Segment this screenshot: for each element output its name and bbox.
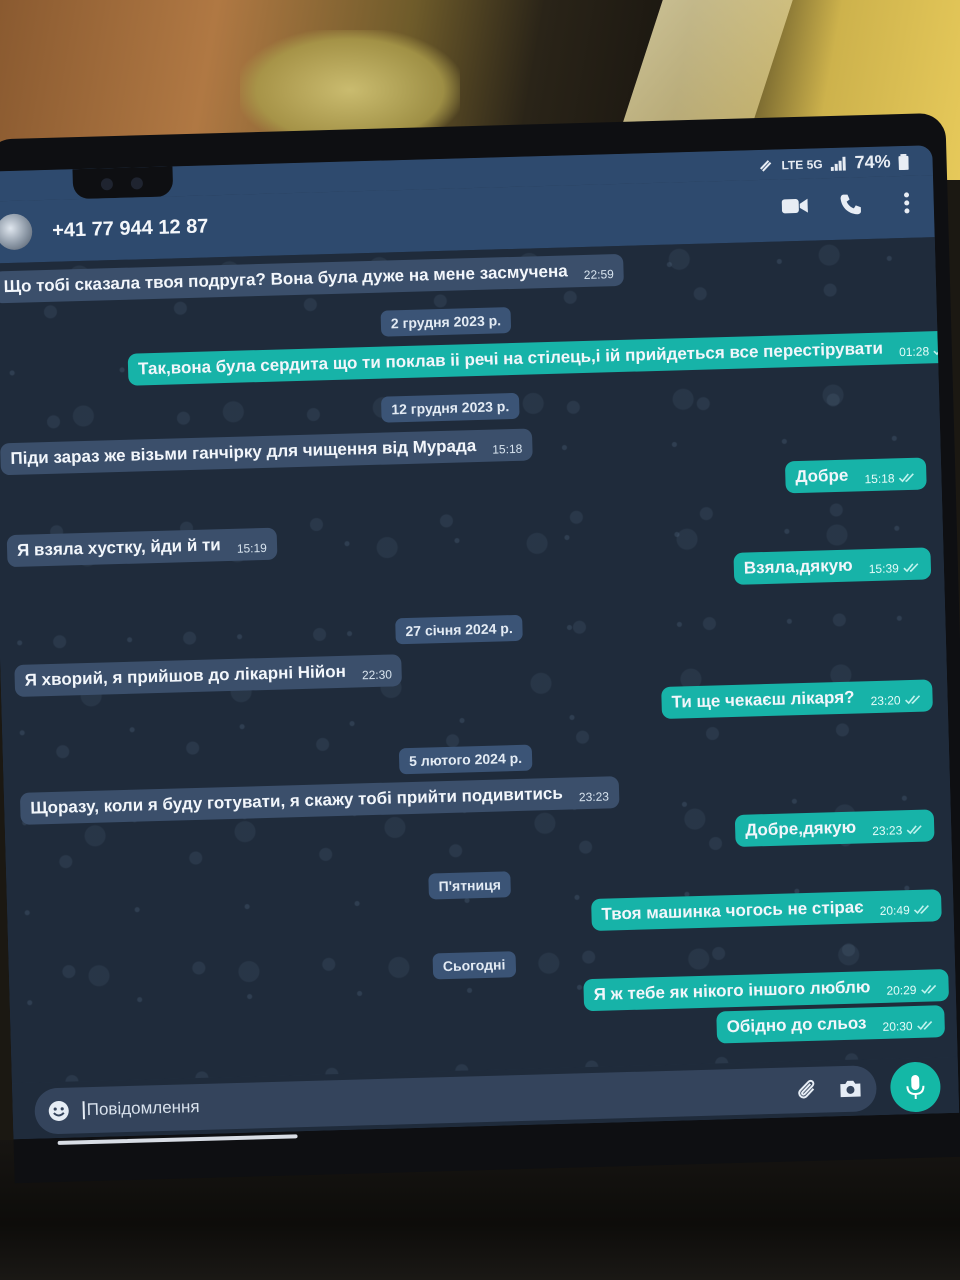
message-time: 20:30 xyxy=(882,1019,913,1034)
date-separator: 12 грудня 2023 р. xyxy=(380,392,520,423)
date-separator: П'ятниця xyxy=(428,871,512,900)
message-time: 15:18 xyxy=(864,471,895,487)
date-separator: 5 лютого 2024 р. xyxy=(398,744,533,775)
double-check-icon xyxy=(920,984,936,994)
message-incoming[interactable]: Я взяла хустку, йди й ти 15:19 xyxy=(6,527,278,568)
double-check-icon xyxy=(917,1020,933,1031)
message-incoming[interactable]: Піди зараз же візьми ганчірку для чищенн… xyxy=(0,428,533,476)
message-time: 15:19 xyxy=(236,540,268,556)
message-outgoing[interactable]: Так,вона була сердита що ти поклав ii ре… xyxy=(127,330,960,386)
message-time: 23:20 xyxy=(870,693,901,709)
camera-icon[interactable] xyxy=(838,1076,863,1101)
message-outgoing[interactable]: Обідно до сльоз 20:30 xyxy=(716,1005,945,1044)
avatar[interactable] xyxy=(0,213,33,251)
message-time: 01:28 xyxy=(898,344,930,360)
date-separator: 27 січня 2024 р. xyxy=(395,614,524,645)
message-time: 23:23 xyxy=(578,789,610,805)
message-text: Взяла,дякую xyxy=(743,555,853,578)
message-time: 20:49 xyxy=(879,903,910,918)
message-time: 23:23 xyxy=(872,823,903,839)
battery-icon xyxy=(898,153,909,170)
double-check-icon xyxy=(903,563,919,573)
attach-icon[interactable] xyxy=(794,1078,819,1103)
message-text: Що тобі сказала твоя подруга? Вона була … xyxy=(3,261,568,297)
message-text: Щоразу, коли я буду готувати, я скажу то… xyxy=(30,783,564,818)
video-call-button[interactable] xyxy=(781,193,808,220)
battery-level: 74% xyxy=(854,151,891,173)
message-time: 20:29 xyxy=(886,982,917,998)
message-text: Я хворий, я прийшов до лікарні Нійон xyxy=(24,661,347,690)
contact-name[interactable]: +41 77 944 12 87 xyxy=(52,215,209,242)
message-text: Я взяла хустку, йди й ти xyxy=(16,535,221,560)
camera-sensor xyxy=(130,177,144,190)
message-outgoing[interactable]: Взяла,дякую 15:39 xyxy=(733,547,932,585)
tablet-screen: LTE 5G 74% +41 77 944 12 87 Що тобі сказ… xyxy=(0,145,960,1140)
double-check-icon xyxy=(914,905,930,915)
more-icon xyxy=(904,192,910,214)
message-time: 22:30 xyxy=(361,667,393,683)
signal-icon xyxy=(830,156,846,171)
voice-message-button[interactable] xyxy=(889,1061,942,1113)
message-outgoing[interactable]: Добре 15:18 xyxy=(784,457,927,494)
double-check-icon xyxy=(898,473,914,483)
phone-icon xyxy=(840,194,861,215)
more-options-button[interactable] xyxy=(893,190,920,217)
message-outgoing[interactable]: Я ж тебе як нікого іншого люблю 20:29 xyxy=(583,969,949,1012)
double-check-icon xyxy=(933,346,949,356)
camera-notch xyxy=(72,166,174,200)
message-outgoing[interactable]: Твоя машинка чогось не стірає 20:49 xyxy=(591,889,943,931)
header-actions xyxy=(781,190,920,220)
date-separator: 2 грудня 2023 р. xyxy=(380,307,512,337)
date-separator: Сьогодні xyxy=(432,951,516,980)
network-label: LTE 5G xyxy=(781,156,823,172)
message-text: Твоя машинка чогось не стірає xyxy=(601,897,864,924)
message-time: 22:59 xyxy=(583,267,614,282)
message-outgoing[interactable]: Добре,дякую 23:23 xyxy=(734,809,935,847)
message-text: Піди зараз же візьми ганчірку для чищенн… xyxy=(10,436,477,469)
message-incoming[interactable]: Що тобі сказала твоя подруга? Вона була … xyxy=(0,253,625,304)
message-text: Ти ще чекаєш лікаря? xyxy=(671,687,855,712)
chat-area[interactable]: Що тобі сказала твоя подруга? Вона була … xyxy=(0,237,960,1084)
message-text: Добре,дякую xyxy=(744,817,857,840)
message-placeholder: Повідомлення xyxy=(82,1097,200,1120)
double-check-icon xyxy=(905,695,921,705)
message-text: Добре xyxy=(795,465,849,487)
message-incoming[interactable]: Я хворий, я прийшов до лікарні Нійон 22:… xyxy=(14,654,403,697)
emoji-icon[interactable] xyxy=(46,1099,71,1124)
phone-call-button[interactable] xyxy=(837,191,864,218)
message-text: Я ж тебе як нікого іншого люблю xyxy=(593,977,871,1004)
message-time: 15:39 xyxy=(868,561,899,577)
tablet-device: LTE 5G 74% +41 77 944 12 87 Що тобі сказ… xyxy=(0,112,960,1184)
double-check-icon xyxy=(906,825,922,835)
status-icons: LTE 5G 74% xyxy=(757,151,909,176)
message-incoming[interactable]: Щоразу, коли я буду готувати, я скажу то… xyxy=(19,776,620,825)
video-call-icon xyxy=(781,198,808,214)
message-text: Так,вона була сердита що ти поклав ii ре… xyxy=(137,338,884,379)
message-text: Обідно до сльоз xyxy=(726,1013,867,1037)
message-outgoing[interactable]: Ти ще чекаєш лікаря? 23:20 xyxy=(661,679,933,719)
mute-icon xyxy=(759,159,772,172)
message-time: 15:18 xyxy=(492,441,523,457)
camera-lens xyxy=(100,178,114,191)
mic-icon xyxy=(906,1075,925,1100)
